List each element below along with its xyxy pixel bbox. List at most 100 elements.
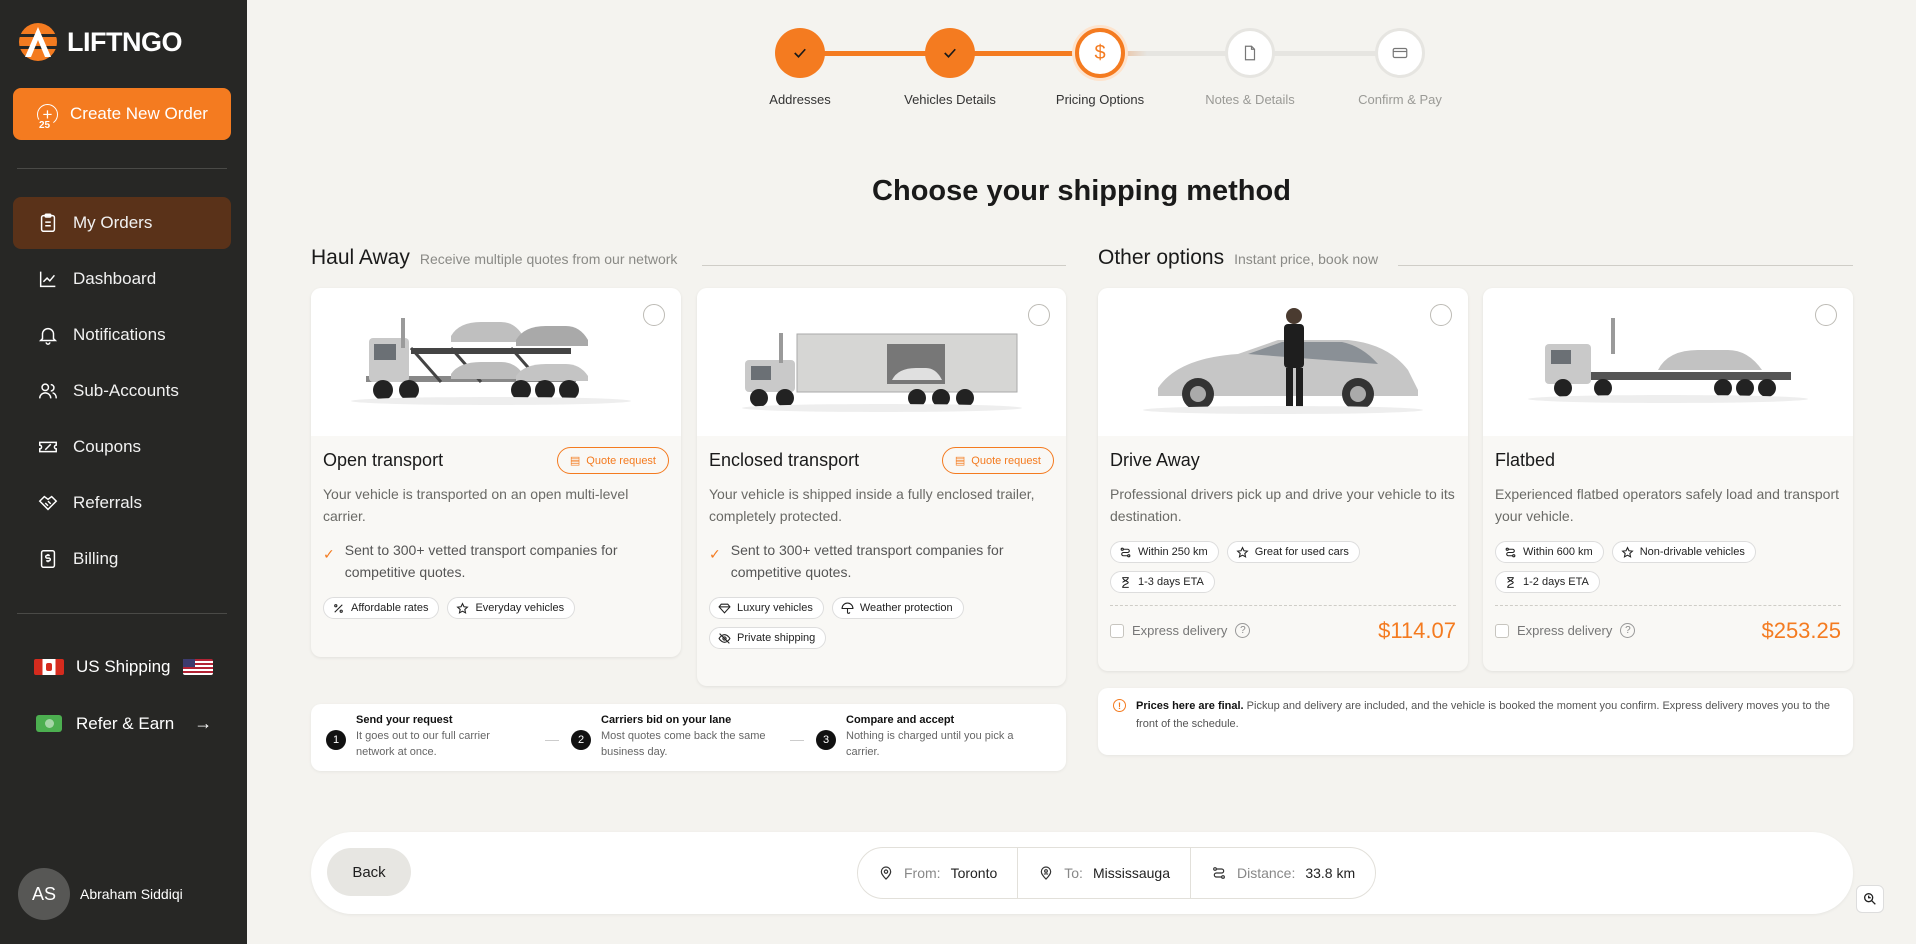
pricing-note: ! Prices here are final. Pickup and deli…: [1098, 688, 1853, 755]
how-step-desc: It goes out to our full carrier network …: [356, 730, 490, 758]
support-chat-button[interactable]: [1856, 885, 1884, 913]
price: $114.07: [1378, 617, 1456, 643]
footer-bar: Back From: Toronto To: Mississauga Dista…: [311, 832, 1853, 914]
enclosed-transport-card[interactable]: ▤ Quote request Enclosed transport Your …: [697, 288, 1066, 686]
chip-label: 1-2 days ETA: [1523, 576, 1589, 588]
how-step: 1 Send your request It goes out to our fu…: [326, 714, 511, 760]
sidebar-item-dashboard[interactable]: Dashboard: [13, 253, 231, 305]
sidebar-item-label: Sub-Accounts: [73, 381, 179, 400]
sidebar-item-billing[interactable]: Billing: [13, 533, 231, 585]
step-confirm-pay[interactable]: Confirm & Pay: [1340, 28, 1460, 107]
express-delivery-option[interactable]: Express delivery ?: [1110, 623, 1251, 638]
express-label: Express delivery: [1517, 623, 1613, 638]
bell-icon: [38, 327, 58, 345]
how-step-title: Carriers bid on your lane: [601, 714, 732, 726]
how-step-desc: Nothing is charged until you pick a carr…: [846, 730, 1014, 758]
step-vehicles-details[interactable]: Vehicles Details: [890, 28, 1010, 107]
section-divider: [1398, 265, 1853, 266]
chip-label: Everyday vehicles: [475, 602, 565, 614]
drive-away-driver-image: [1098, 288, 1468, 436]
handshake-icon: [38, 495, 58, 511]
ticket-icon: [39, 441, 57, 453]
credit-card-icon: [1375, 28, 1425, 78]
section-subtitle: Receive multiple quotes from our network: [419, 251, 678, 267]
card-title: Flatbed: [1495, 450, 1556, 470]
select-radio[interactable]: [1028, 304, 1050, 326]
sidebar-item-coupons[interactable]: Coupons: [13, 421, 231, 473]
step-number: 3: [816, 730, 836, 750]
chip: Within 600 km: [1495, 541, 1604, 563]
help-icon[interactable]: ?: [1620, 623, 1636, 638]
chip: Weather protection: [831, 597, 964, 619]
benefit-text: Sent to 300+ vetted transport companies …: [344, 542, 618, 580]
create-new-order-button[interactable]: + Create New Order: [13, 88, 231, 140]
document-icon: [1225, 28, 1275, 78]
route-to-value: Mississauga: [1092, 865, 1170, 881]
chip-label: Weather protection: [859, 602, 953, 614]
route-to: To: Mississauga: [1018, 848, 1191, 898]
open-carrier-truck-image: [311, 288, 681, 436]
feature-chips: Luxury vehicles Weather protection Priva…: [709, 597, 1054, 649]
chip-label: Within 250 km: [1138, 546, 1208, 558]
brand-name: LIFTNGO: [67, 26, 182, 57]
price-row: Express delivery ? $253.25: [1495, 605, 1841, 655]
card-benefit: ✓ Sent to 300+ vetted transport companie…: [323, 539, 669, 583]
help-icon[interactable]: ?: [1235, 623, 1251, 638]
canada-flag-icon: [34, 659, 64, 675]
user-pin-icon: [1040, 866, 1052, 880]
us-shipping-toggle[interactable]: US Shipping: [34, 657, 213, 677]
section-subtitle: Instant price, book now: [1234, 251, 1379, 267]
user-name: Abraham Siddiqi: [80, 886, 183, 902]
flatbed-card[interactable]: Flatbed Experienced flatbed operators sa…: [1483, 288, 1853, 671]
step-addresses[interactable]: Addresses: [740, 28, 860, 107]
select-radio[interactable]: [643, 304, 665, 326]
step-notes-details[interactable]: Notes & Details: [1190, 28, 1310, 107]
card-title: Drive Away: [1110, 450, 1200, 470]
percent-tag-icon: [334, 603, 343, 613]
chip: Non-drivable vehicles: [1611, 541, 1756, 563]
route-to-label: To:: [1064, 865, 1083, 881]
step-pricing-options[interactable]: $ Pricing Options: [1040, 28, 1160, 107]
feature-chips: Within 250 km Great for used cars 1-3 da…: [1110, 541, 1456, 593]
sidebar-item-referrals[interactable]: Referrals: [13, 477, 231, 529]
refer-earn-link[interactable]: Refer & Earn →: [36, 713, 212, 734]
how-step: 2 Carriers bid on your lane Most quotes c…: [571, 714, 781, 760]
check-icon: [925, 28, 975, 78]
card-description: Your vehicle is shipped inside a fully e…: [709, 486, 1035, 524]
back-button[interactable]: Back: [327, 848, 411, 896]
select-radio[interactable]: [1430, 304, 1452, 326]
select-radio[interactable]: [1815, 304, 1837, 326]
us-flag-icon: [182, 659, 213, 675]
route-from-label: From:: [904, 865, 941, 881]
benefit-text: Sent to 300+ vetted transport companies …: [730, 542, 1004, 580]
chat-support-icon: [1864, 893, 1876, 905]
separator: [545, 740, 559, 741]
sidebar-item-notifications[interactable]: Notifications: [13, 309, 231, 361]
express-delivery-option[interactable]: Express delivery ?: [1495, 623, 1636, 638]
progress-stepper: Addresses Vehicles Details $ Pricing Opt…: [740, 28, 1442, 118]
drive-away-card[interactable]: Drive Away Professional drivers pick up …: [1098, 288, 1468, 671]
brand-logo[interactable]: LIFTNGO: [18, 22, 182, 62]
enclosed-trailer-truck-image: [697, 288, 1066, 436]
sidebar-item-sub-accounts[interactable]: Sub-Accounts: [13, 365, 231, 417]
route-icon: [1505, 547, 1516, 557]
user-profile[interactable]: AS Abraham Siddiqi: [18, 868, 183, 920]
express-delivery-checkbox[interactable]: [1495, 623, 1509, 638]
quote-doc-icon: ▤: [954, 455, 966, 467]
chip: Affordable rates: [323, 597, 440, 619]
check-icon: ✓: [709, 546, 721, 562]
other-options-header: Other options Instant price, book now: [1098, 246, 1378, 270]
open-transport-card[interactable]: ▤ Quote request Open transport Your vehi…: [311, 288, 681, 657]
express-delivery-checkbox[interactable]: [1110, 623, 1124, 638]
step-label: Addresses: [769, 92, 831, 107]
haul-away-header: Haul Away Receive multiple quotes from o…: [311, 246, 677, 270]
chip-label: Private shipping: [737, 632, 816, 644]
refer-earn-label: Refer & Earn: [76, 713, 175, 733]
chip: Everyday vehicles: [447, 597, 576, 619]
chip: Luxury vehicles: [709, 597, 824, 619]
create-new-order-label: Create New Order: [70, 104, 208, 123]
how-step-desc: Most quotes come back the same business …: [601, 730, 766, 758]
how-step-title: Compare and accept: [846, 714, 955, 726]
feature-chips: Within 600 km Non-drivable vehicles 1-2 …: [1495, 541, 1841, 593]
chart-icon: [39, 271, 56, 288]
